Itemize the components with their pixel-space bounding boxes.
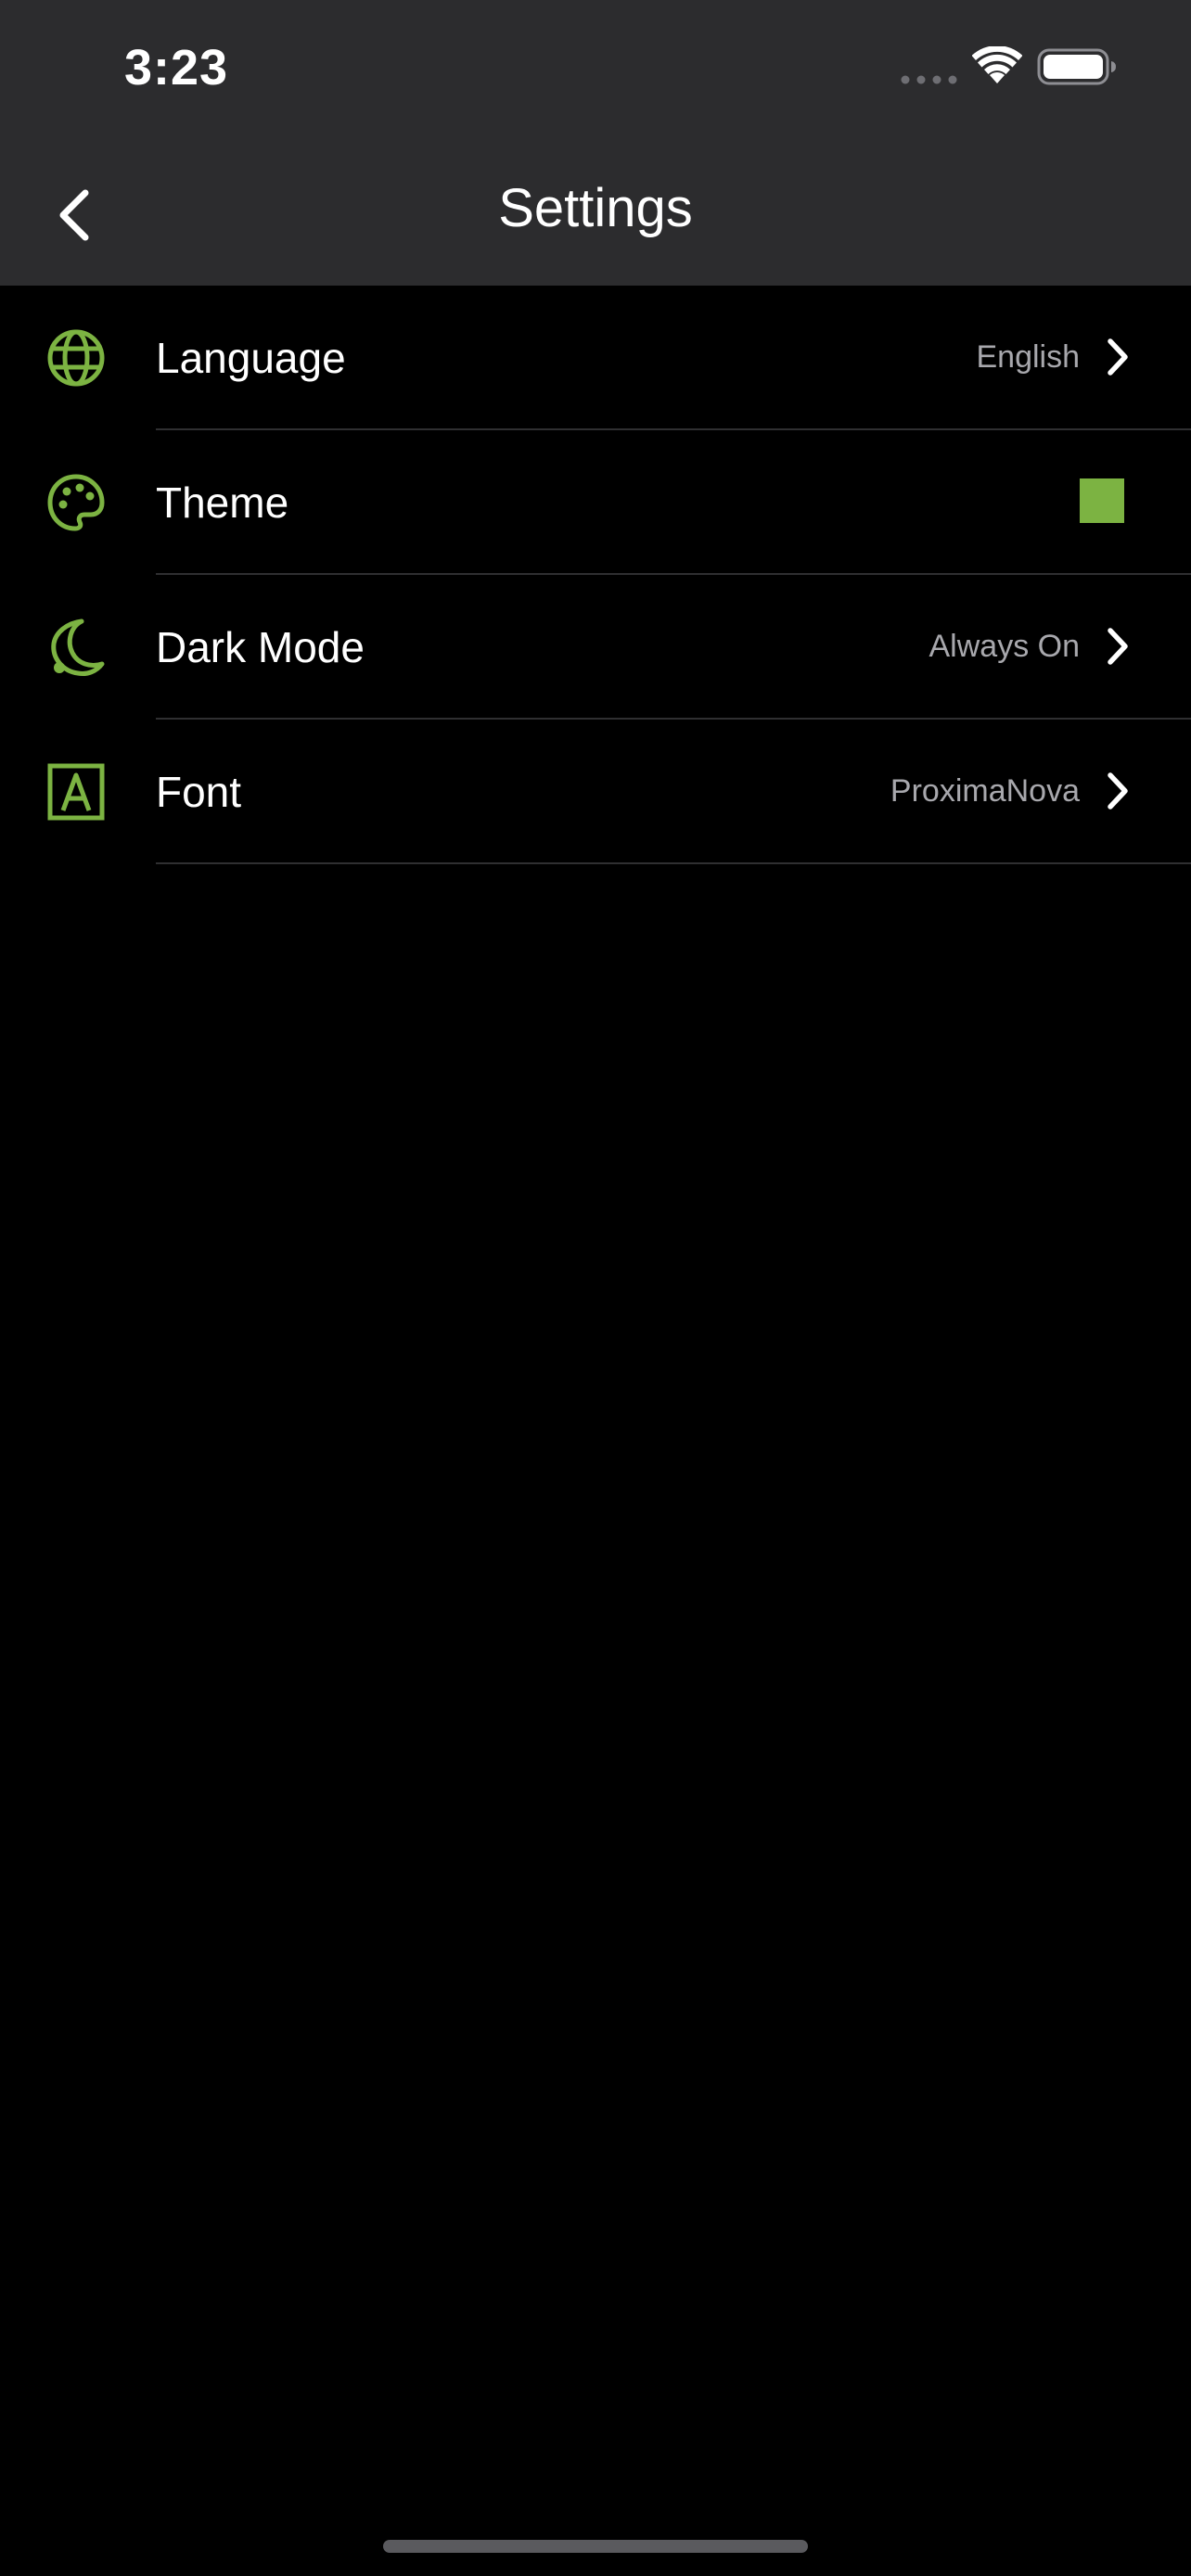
header: 3:23 Settings <box>0 0 1191 286</box>
settings-row-dark-mode[interactable]: Dark Mode Always On <box>0 575 1191 720</box>
settings-row-label: Language <box>156 334 346 382</box>
settings-list: Language English Theme Dark Mode Always … <box>0 286 1191 864</box>
font-value: ProximaNova <box>890 773 1080 809</box>
globe-icon <box>47 329 105 387</box>
back-button[interactable] <box>28 169 121 261</box>
row-divider <box>156 862 1191 864</box>
settings-row-language[interactable]: Language English <box>0 286 1191 430</box>
font-icon <box>47 763 105 821</box>
cellular-signal-icon <box>901 75 957 84</box>
navigation-bar: Settings <box>0 139 1191 286</box>
settings-row-label: Dark Mode <box>156 623 365 671</box>
home-indicator[interactable] <box>383 2540 808 2553</box>
chevron-left-icon <box>59 189 89 241</box>
status-bar: 3:23 <box>0 0 1191 139</box>
settings-row-theme[interactable]: Theme <box>0 430 1191 575</box>
language-value: English <box>976 339 1080 375</box>
chevron-right-icon <box>1108 628 1128 665</box>
page-title: Settings <box>498 178 693 238</box>
chevron-right-icon <box>1108 338 1128 376</box>
wifi-icon <box>972 46 1022 83</box>
palette-icon <box>47 474 105 531</box>
moon-icon <box>51 618 105 676</box>
dark-mode-value: Always On <box>928 629 1081 664</box>
status-time: 3:23 <box>124 40 229 96</box>
chevron-right-icon <box>1108 772 1128 810</box>
settings-row-label: Theme <box>156 478 289 527</box>
settings-screen: 3:23 Settings Language English Theme Dar… <box>0 0 1191 2576</box>
settings-row-label: Font <box>156 768 242 816</box>
theme-color-swatch <box>1080 478 1124 523</box>
settings-row-font[interactable]: Font ProximaNova <box>0 720 1191 864</box>
battery-icon <box>1037 48 1116 85</box>
